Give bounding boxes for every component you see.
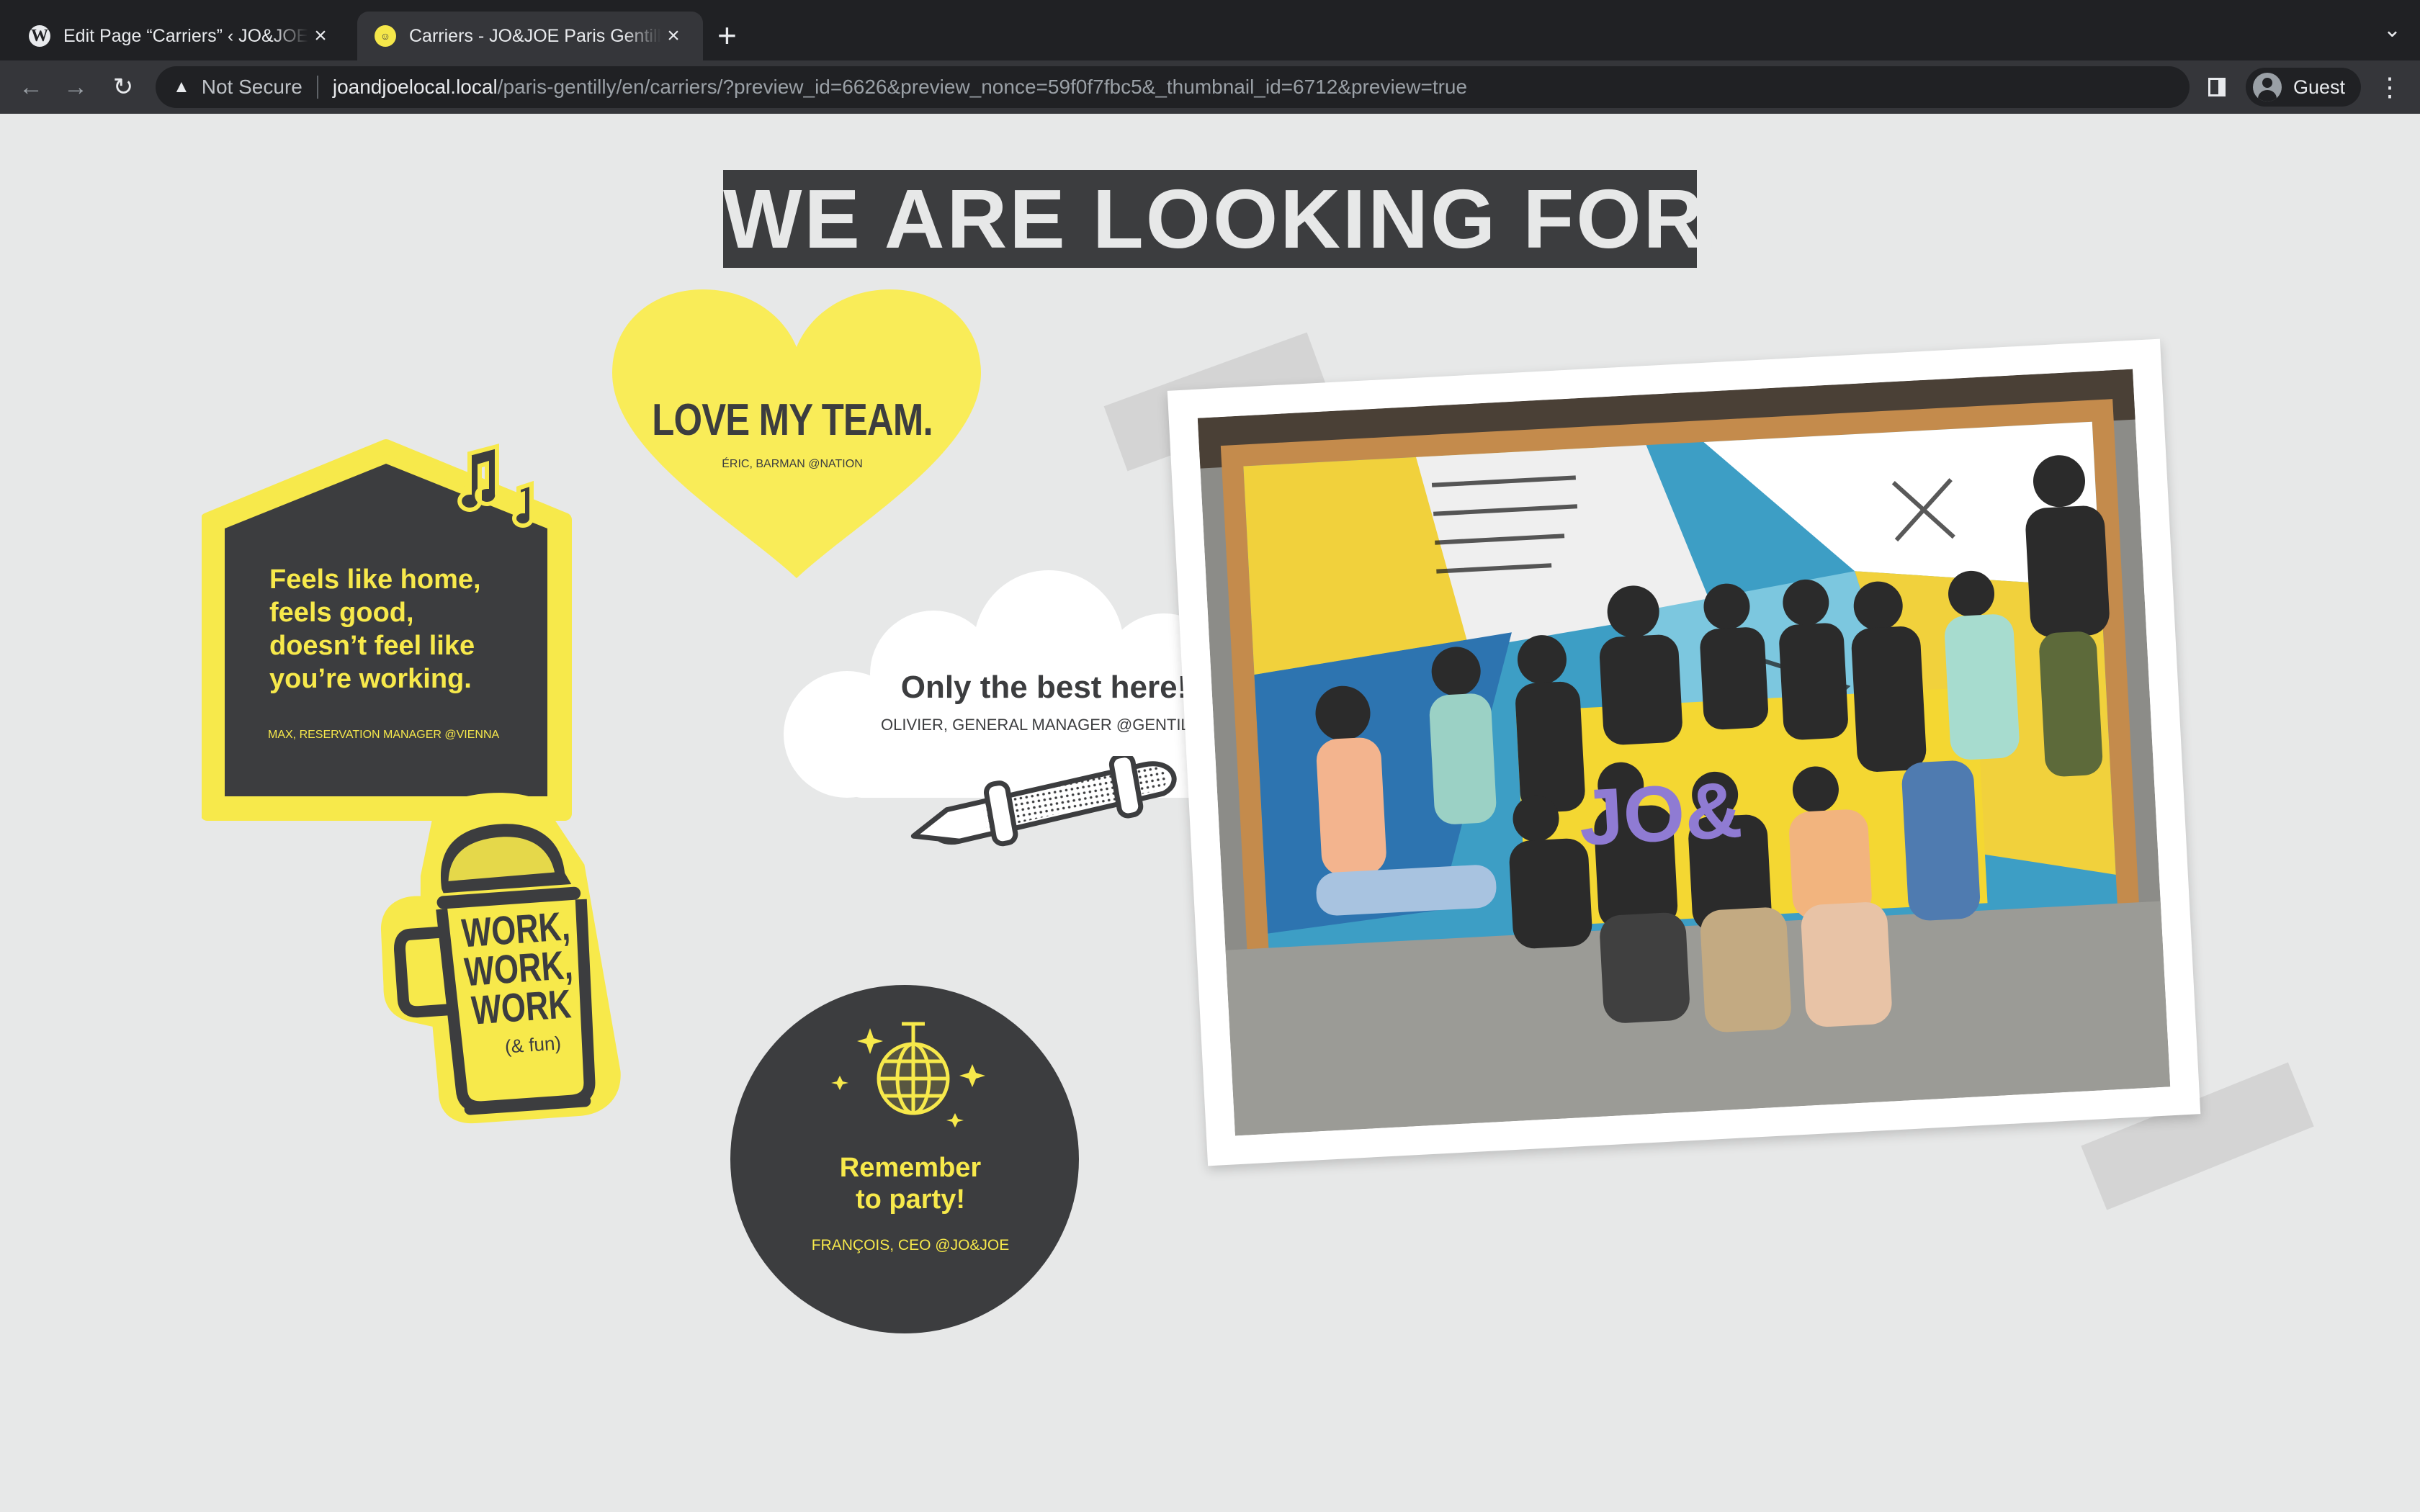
chevron-down-icon[interactable]: ⌄ [2383,17,2401,42]
heart-caption: ÉRIC, BARMAN @NATION [722,458,863,470]
new-tab-button[interactable]: + [717,19,737,52]
tab-carriers[interactable]: ☺ Carriers - JO&JOE Paris Gentilly × [357,12,703,60]
house-caption: MAX, RESERVATION MANAGER @VIENNA [268,729,500,741]
quote-line: feels good, [269,598,414,628]
tab-title: Edit Page “Carriers” ‹ JO&JOE — WordPres… [63,25,308,46]
side-panel-icon[interactable] [2208,78,2226,96]
avatar-icon [2253,73,2282,102]
joandjoe-icon: ☺ [375,25,396,47]
party-title: Remember to party! [730,1152,1090,1215]
quote-line: doesn’t feel like [269,631,475,661]
party-title-line: to party! [856,1184,965,1215]
photo-banner-text: JO& [1577,765,1744,863]
close-tab-icon[interactable]: × [661,24,686,48]
mug-text: WORK, WORK, WORK [447,903,590,1033]
more-menu-icon[interactable]: ⋮ [2377,71,2403,104]
quote-line: you’re working. [269,664,472,694]
reload-icon[interactable]: ↻ [107,71,140,104]
warning-icon[interactable]: ▲ [173,77,190,97]
forward-icon[interactable]: → [59,71,92,104]
tab-strip: W Edit Page “Carriers” ‹ JO&JOE — WordPr… [0,0,2420,60]
party-caption: FRANÇOIS, CEO @JO&JOE [811,1237,1010,1254]
tab-title: Carriers - JO&JOE Paris Gentilly [409,25,661,46]
close-tab-icon[interactable]: × [308,24,333,48]
back-icon[interactable]: ← [14,71,48,104]
mug-line: WORK [470,981,573,1033]
divider [316,76,318,99]
url-host[interactable]: joandjoelocal.local [333,76,498,99]
profile-name: Guest [2293,76,2346,98]
page-title: WE ARE LOOKING FOR... [723,170,1780,268]
house-quote: Feels like home, feels good, doesn’t fee… [269,563,529,696]
tab-edit-page[interactable]: W Edit Page “Carriers” ‹ JO&JOE — WordPr… [12,12,350,60]
profile-button[interactable]: Guest [2246,68,2361,107]
wordpress-icon: W [29,25,50,47]
quote-line: Feels like home, [269,564,481,595]
photo-frame: JO& [1167,338,2201,1166]
browser-toolbar: ← → ↻ ▲ Not Secure joandjoelocal.local /… [0,60,2420,114]
heart-title: LOVE MY TEAM. [652,395,933,445]
team-photo: JO& [1197,369,2171,1136]
address-bar[interactable]: ▲ Not Secure joandjoelocal.local /paris-… [156,66,2190,108]
party-title-line: Remember [839,1153,982,1183]
skateboard-icon [910,756,1177,847]
security-label[interactable]: Not Secure [202,76,302,99]
url-path[interactable]: /paris-gentilly/en/carriers/?preview_id=… [498,76,1467,99]
